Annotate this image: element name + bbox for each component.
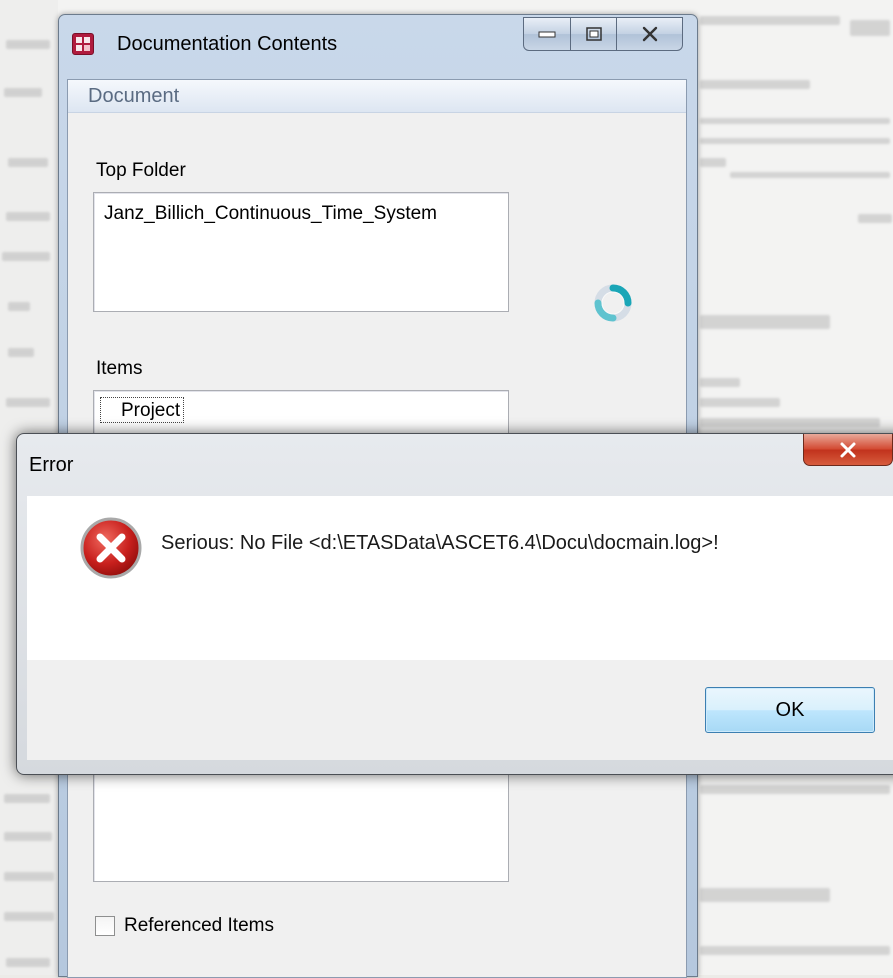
background-blur bbox=[4, 88, 42, 97]
doc-window-title: Documentation Contents bbox=[117, 33, 338, 55]
referenced-items-label: Referenced Items bbox=[124, 915, 274, 936]
document-group-header: Document bbox=[68, 80, 686, 113]
top-folder-value: Janz_Billich_Continuous_Time_System bbox=[104, 203, 438, 224]
background-blur bbox=[700, 946, 890, 955]
background-blur bbox=[4, 832, 52, 841]
error-content-area bbox=[27, 496, 893, 660]
background-blur bbox=[4, 794, 50, 803]
background-blur bbox=[4, 912, 54, 921]
background-blur bbox=[700, 398, 780, 407]
error-dialog-title: Error bbox=[29, 454, 74, 476]
background-blur bbox=[2, 252, 50, 261]
background-blur bbox=[8, 302, 30, 311]
background-blur bbox=[700, 378, 740, 387]
close-icon bbox=[642, 26, 657, 42]
close-icon bbox=[840, 442, 856, 457]
background-blur bbox=[700, 118, 890, 124]
background-blur bbox=[6, 398, 50, 407]
background-blur bbox=[6, 958, 50, 967]
items-label: Items bbox=[96, 358, 143, 379]
maximize-button[interactable] bbox=[571, 17, 617, 51]
background-blur bbox=[700, 315, 830, 329]
background-blur bbox=[700, 785, 890, 794]
background-blur bbox=[700, 158, 726, 167]
background-blur bbox=[4, 872, 54, 881]
error-close-button[interactable] bbox=[803, 434, 893, 466]
document-group-label: Document bbox=[88, 85, 180, 107]
background-blur bbox=[700, 80, 810, 89]
documentation-app-icon bbox=[72, 33, 94, 55]
items-list-item-project[interactable]: Project bbox=[100, 397, 185, 423]
error-dialog: Error Serious: No File <d:\ETASData\ASCE… bbox=[16, 433, 893, 775]
background-blur bbox=[8, 348, 34, 357]
background-blur bbox=[8, 158, 48, 167]
referenced-items-checkbox[interactable] bbox=[95, 916, 115, 936]
background-blur bbox=[730, 172, 890, 178]
doc-close-button[interactable] bbox=[617, 17, 683, 51]
background-blur bbox=[700, 16, 840, 25]
maximize-icon bbox=[585, 27, 602, 41]
ok-button[interactable]: OK bbox=[705, 687, 875, 733]
doc-window-titlebar[interactable]: Documentation Contents bbox=[59, 15, 697, 73]
error-icon bbox=[80, 517, 142, 579]
error-message: Serious: No File <d:\ETASData\ASCET6.4\D… bbox=[161, 532, 719, 554]
background-blur bbox=[700, 138, 890, 144]
top-folder-label: Top Folder bbox=[96, 160, 186, 181]
top-folder-field[interactable]: Janz_Billich_Continuous_Time_System bbox=[93, 192, 509, 312]
background-blur bbox=[858, 214, 892, 223]
background-blur bbox=[6, 212, 50, 221]
busy-spinner-icon bbox=[594, 284, 632, 322]
background-blur bbox=[700, 888, 830, 902]
background-blur bbox=[850, 20, 890, 36]
background-blur bbox=[700, 418, 880, 427]
window-controls bbox=[523, 17, 683, 51]
minimize-button[interactable] bbox=[523, 17, 571, 51]
background-blur bbox=[6, 40, 50, 49]
minimize-icon bbox=[538, 31, 556, 38]
